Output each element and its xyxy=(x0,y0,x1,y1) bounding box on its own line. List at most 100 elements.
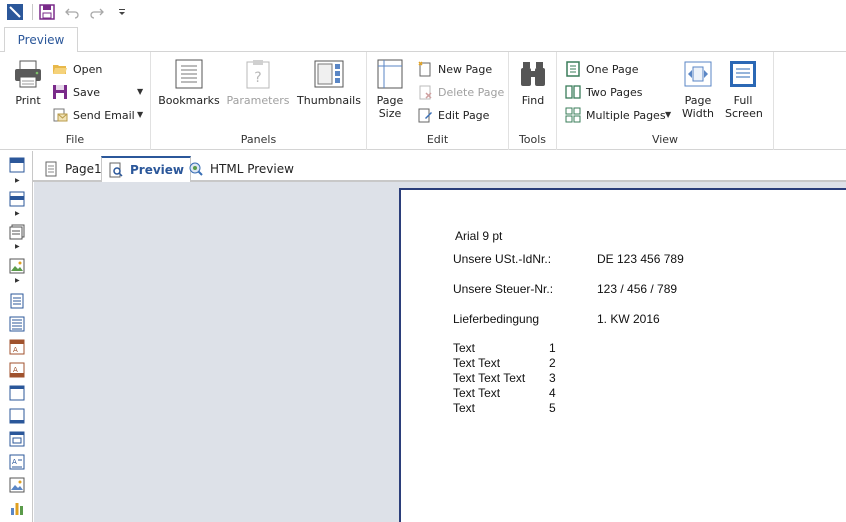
page-size-button[interactable]: Page Size xyxy=(371,58,409,120)
rich-text-icon[interactable] xyxy=(9,316,25,332)
edit-page-label: Edit Page xyxy=(438,108,490,122)
data-band-icon[interactable] xyxy=(9,224,25,240)
preview-icon xyxy=(109,162,123,178)
two-pages-icon xyxy=(565,85,581,99)
redo-icon[interactable] xyxy=(86,1,108,23)
save-icon[interactable] xyxy=(36,1,58,23)
page-width-button[interactable]: Page Width xyxy=(679,58,717,120)
two-pages-button[interactable]: Two Pages xyxy=(565,82,642,102)
delete-page-button[interactable]: Delete Page xyxy=(417,82,504,102)
preview-canvas[interactable]: Arial 9 pt Unsere USt.-IdNr.: DE 123 456… xyxy=(34,182,846,522)
list-item-text: Text Text Text xyxy=(453,371,526,385)
full-screen-label: Full Screen xyxy=(725,94,763,120)
group-edit-label: Edit xyxy=(426,133,449,146)
field-label: Lieferbedingung xyxy=(453,312,540,326)
undo-icon[interactable] xyxy=(61,1,83,23)
toolbox-expand-arrow-icon[interactable]: ▶ xyxy=(15,277,20,284)
bookmarks-label: Bookmarks xyxy=(158,94,220,107)
picture-band-icon[interactable] xyxy=(9,258,25,274)
email-icon xyxy=(53,108,68,122)
one-page-label: One Page xyxy=(586,62,639,76)
page-width-label: Page Width xyxy=(682,94,714,120)
send-email-label: Send Email xyxy=(73,108,135,122)
tab-preview-label: Preview xyxy=(130,163,185,177)
field-value: 1. KW 2016 xyxy=(597,312,660,326)
field-value: 123 / 456 / 789 xyxy=(597,282,678,296)
tab-preview-doc[interactable]: Preview xyxy=(101,156,192,182)
header-object-icon[interactable]: A xyxy=(9,339,25,355)
group-view-label: View xyxy=(651,133,679,146)
thumbnails-button[interactable]: Thumbnails xyxy=(297,58,361,107)
bookmarks-button[interactable]: Bookmarks xyxy=(158,58,220,107)
floppy-icon xyxy=(53,85,67,99)
field-label: Unsere Steuer-Nr.: xyxy=(453,282,554,296)
edit-page-icon xyxy=(418,108,432,123)
toolbox-expand-arrow-icon[interactable]: ▶ xyxy=(15,243,20,250)
text-block-icon[interactable]: A xyxy=(9,454,25,470)
page-size-icon xyxy=(377,59,403,89)
save-button[interactable]: Save xyxy=(52,82,100,102)
edit-page-button[interactable]: Edit Page xyxy=(417,105,489,125)
group-view: One Page Two Pages Multiple Pages ▼ Page… xyxy=(557,52,774,150)
page-width-icon xyxy=(684,61,712,87)
find-button[interactable]: Find xyxy=(515,58,551,107)
folder-open-icon xyxy=(53,65,67,74)
group-tools: Find Tools xyxy=(509,52,557,150)
open-button[interactable]: Open xyxy=(52,59,102,79)
app-icon[interactable] xyxy=(4,1,26,23)
sub-report-icon[interactable] xyxy=(9,431,25,447)
toolbox: ▶ ▶ ▶ ▶ A A A xyxy=(0,151,33,522)
thumbnails-icon xyxy=(314,60,344,88)
field-label: Unsere USt.-IdNr.: xyxy=(453,252,552,266)
new-page-icon xyxy=(418,61,431,77)
customize-qat-icon[interactable] xyxy=(111,1,133,23)
full-screen-button[interactable]: Full Screen xyxy=(723,58,763,120)
list-item-text: Text Text xyxy=(453,356,501,370)
list-item-text: Text Text xyxy=(453,386,501,400)
document-tab-bar: Page1 Preview HTML Preview xyxy=(33,151,846,182)
multiple-pages-button[interactable]: Multiple Pages xyxy=(565,105,666,125)
send-email-button[interactable]: Send Email xyxy=(52,105,135,125)
container-object-icon[interactable] xyxy=(9,408,25,424)
multiple-pages-dropdown-arrow-icon[interactable]: ▼ xyxy=(665,110,671,119)
text-object-icon[interactable] xyxy=(9,293,25,309)
toolbox-expand-arrow-icon[interactable]: ▶ xyxy=(15,210,20,217)
list-item-text: Text xyxy=(453,401,476,415)
new-page-button[interactable]: New Page xyxy=(417,59,492,79)
send-email-dropdown-arrow-icon[interactable]: ▼ xyxy=(137,110,143,119)
panel-object-icon[interactable] xyxy=(9,385,25,401)
page-header-band-icon[interactable] xyxy=(9,191,25,207)
list-item-text: Text xyxy=(453,341,476,355)
list-item-number: 5 xyxy=(549,401,556,415)
open-label: Open xyxy=(73,62,103,76)
parameters-icon: ? xyxy=(246,60,270,89)
chart-object-icon[interactable] xyxy=(9,500,25,516)
parameters-button[interactable]: ? Parameters xyxy=(225,58,291,107)
printer-icon xyxy=(15,60,41,88)
tab-preview[interactable]: Preview xyxy=(4,27,78,53)
toolbox-expand-arrow-icon[interactable]: ▶ xyxy=(15,177,20,184)
tab-page1[interactable]: Page1 xyxy=(37,156,108,182)
ribbon-tab-bar: Preview xyxy=(0,24,846,53)
parameters-label: Parameters xyxy=(226,94,290,107)
one-page-button[interactable]: One Page xyxy=(565,59,639,79)
find-label: Find xyxy=(521,94,545,107)
group-file-label: File xyxy=(65,133,85,146)
one-page-icon xyxy=(566,61,580,77)
html-preview-icon xyxy=(189,162,203,176)
print-button[interactable]: Print xyxy=(8,58,48,107)
label-object-icon[interactable]: A xyxy=(9,362,25,378)
multiple-pages-label: Multiple Pages xyxy=(586,108,666,122)
svg-text:?: ? xyxy=(254,70,261,86)
image-object-icon[interactable] xyxy=(9,477,25,493)
group-panels-label: Panels xyxy=(240,133,277,146)
list-item-number: 1 xyxy=(549,341,556,355)
page-icon xyxy=(45,161,57,177)
report-header-band-icon[interactable] xyxy=(9,157,25,173)
group-tools-label: Tools xyxy=(518,133,547,146)
two-pages-label: Two Pages xyxy=(586,85,643,99)
tab-html-preview[interactable]: HTML Preview xyxy=(182,156,300,182)
save-dropdown-arrow-icon[interactable]: ▼ xyxy=(137,87,143,96)
ribbon: Print Open Save ▼ Send Email ▼ File Book… xyxy=(0,52,846,150)
multiple-pages-icon xyxy=(565,107,581,123)
